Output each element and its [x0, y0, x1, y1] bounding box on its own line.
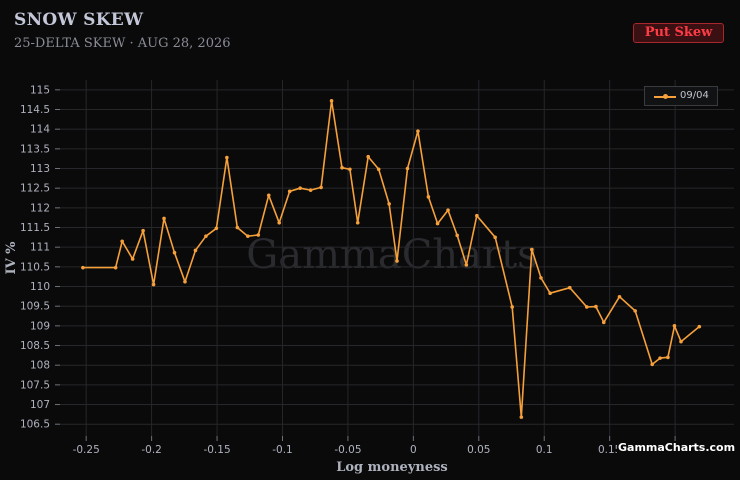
data-point — [475, 213, 479, 218]
data-point — [519, 415, 524, 419]
data-point — [256, 233, 261, 237]
data-point — [650, 362, 655, 367]
y-tick-label: 106.5 — [20, 419, 50, 431]
y-axis-label: IV % — [4, 241, 19, 275]
data-point — [601, 320, 606, 325]
data-point — [287, 189, 292, 194]
data-point — [679, 339, 683, 344]
y-tick-label: 109.5 — [20, 301, 50, 313]
data-point — [633, 309, 637, 313]
data-point — [567, 285, 572, 290]
data-point — [308, 188, 313, 192]
data-point — [594, 304, 598, 309]
data-point — [298, 186, 302, 190]
data-point — [204, 234, 208, 238]
data-point — [120, 239, 124, 244]
data-point — [416, 129, 420, 133]
y-tick-label: 112 — [30, 202, 50, 214]
data-point — [435, 221, 440, 226]
x-tick-label: -0.15 — [203, 444, 230, 456]
data-point — [172, 250, 177, 255]
y-tick-label: 107.5 — [20, 379, 50, 391]
data-point — [666, 355, 670, 360]
data-point — [141, 228, 145, 233]
y-tick-label: 111.5 — [20, 222, 50, 234]
data-point — [493, 235, 497, 240]
x-tick-label: -0.25 — [73, 444, 100, 456]
data-point — [697, 324, 702, 329]
data-point — [348, 167, 352, 172]
data-point — [387, 202, 391, 206]
data-point — [214, 226, 219, 231]
y-tick-label: 113 — [30, 163, 50, 175]
data-point — [329, 99, 334, 103]
data-point — [193, 248, 198, 253]
y-tick-label: 110 — [30, 281, 50, 293]
legend-label: 09/04 — [680, 90, 709, 101]
data-point — [225, 155, 229, 160]
x-tick-label: 0.05 — [467, 444, 490, 456]
legend-marker — [663, 94, 668, 99]
data-point — [455, 233, 460, 238]
x-tick-label: -0.1 — [272, 444, 293, 456]
y-tick-label: 110.5 — [20, 261, 50, 273]
data-point — [539, 276, 543, 280]
y-tick-label: 114.5 — [20, 104, 50, 116]
data-point — [235, 225, 240, 230]
data-point — [266, 193, 271, 198]
data-point — [319, 185, 323, 190]
data-point — [530, 247, 534, 252]
x-tick-label: 0.1 — [536, 444, 553, 456]
y-tick-label: 115 — [30, 84, 50, 96]
data-point — [584, 305, 589, 309]
y-tick-label: 113.5 — [20, 143, 50, 155]
y-tick-label: 112.5 — [20, 183, 50, 195]
x-tick-label: 0 — [410, 444, 417, 456]
watermark-text: GammaCharts — [246, 232, 537, 278]
data-point — [246, 234, 250, 238]
data-point — [658, 356, 662, 360]
x-axis-label: Log moneyness — [336, 460, 448, 475]
data-point — [405, 166, 410, 171]
x-tick-label: -0.2 — [141, 444, 162, 456]
x-tick-label: -0.05 — [334, 444, 361, 456]
data-point — [113, 265, 118, 270]
data-point — [355, 220, 360, 225]
data-point — [130, 257, 135, 261]
data-point — [366, 154, 371, 159]
data-point — [548, 291, 552, 296]
y-axis-ticks: 106.5 107 107.5 108 108.5 109 109.5 110 110.5 111… — [20, 84, 60, 431]
x-axis-ticks: -0.25-0.2-0.15-0.1-0.0500.050.10.150.2 — [73, 436, 683, 456]
data-point — [617, 294, 622, 299]
data-point — [395, 259, 399, 263]
y-tick-label: 108 — [30, 360, 50, 372]
legend[interactable]: 09/04 — [644, 86, 718, 106]
data-point — [151, 282, 156, 287]
data-point — [340, 165, 344, 170]
data-point — [376, 167, 381, 172]
data-point — [81, 265, 85, 270]
brand-mark: GammaCharts.com — [617, 441, 737, 454]
data-point — [672, 324, 677, 328]
data-point — [277, 220, 282, 225]
data-point — [426, 195, 431, 199]
skew-chart: GammaCharts 106.5 107 107.5 108 108.5 109 109.… — [4, 80, 734, 475]
y-tick-label: 107 — [30, 399, 50, 411]
data-point — [464, 263, 469, 267]
y-tick-label: 114 — [30, 124, 50, 136]
y-tick-label: 111 — [30, 242, 50, 254]
data-point — [162, 216, 166, 221]
data-point — [510, 305, 514, 309]
data-point — [183, 279, 187, 284]
y-tick-label: 109 — [30, 320, 50, 332]
data-point — [446, 208, 450, 213]
y-tick-label: 108.5 — [20, 340, 50, 352]
